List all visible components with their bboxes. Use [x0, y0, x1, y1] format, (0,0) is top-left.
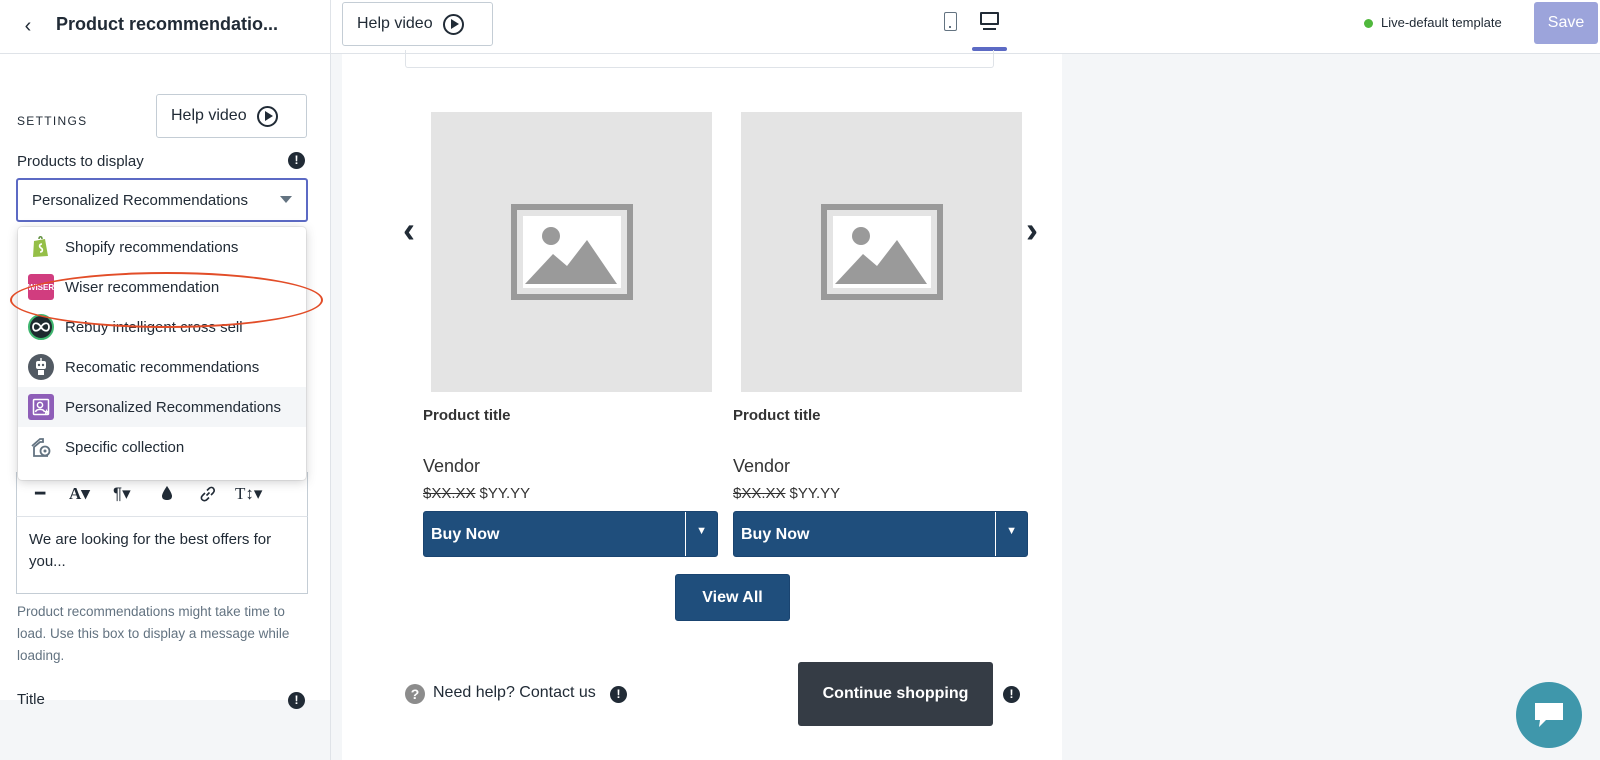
products-select[interactable]: Personalized Recommendations [16, 178, 308, 222]
sale-price: $YY.YY [479, 485, 531, 502]
product-title[interactable]: Product title [733, 407, 821, 424]
text-color-icon[interactable] [161, 485, 173, 505]
dropdown-option-wiser[interactable]: WISER Wiser recommendation [18, 267, 306, 307]
need-help-link[interactable]: Need help? Contact us [433, 684, 596, 702]
continue-info-icon[interactable]: ! [1003, 686, 1020, 703]
panel-divider [330, 0, 331, 760]
product-price: $XX.XX $YY.YY [733, 485, 840, 502]
text-size-icon[interactable]: T↕▾ [235, 485, 262, 503]
buy-now-label: Buy Now [431, 526, 500, 543]
chat-launcher-button[interactable] [1516, 682, 1582, 748]
dropdown-option-label: Wiser recommendation [65, 278, 220, 296]
help-question-icon: ? [405, 684, 425, 704]
recomatic-icon [28, 354, 54, 380]
title-label: Title [17, 691, 45, 708]
chat-icon [1535, 703, 1563, 727]
select-value: Personalized Recommendations [32, 191, 248, 209]
products-to-display-label: Products to display [17, 153, 144, 170]
dropdown-option-rebuy[interactable]: Rebuy intelligent cross sell [18, 307, 306, 347]
link-icon[interactable] [199, 485, 217, 507]
view-all-button[interactable]: View All [675, 574, 790, 621]
sale-price: $YY.YY [789, 485, 841, 502]
save-button[interactable]: Save [1534, 2, 1598, 44]
image-placeholder-icon [510, 204, 633, 300]
settings-heading: SETTINGS [17, 114, 88, 128]
personalized-icon [28, 394, 54, 420]
play-icon [442, 13, 464, 35]
products-dropdown: Shopify recommendations WISER Wiser reco… [18, 227, 306, 480]
help-video-button[interactable]: Help video [342, 2, 493, 46]
font-style-icon[interactable]: A▾ [69, 485, 90, 503]
page-title: Product recommendatio... [56, 14, 279, 34]
product-image-placeholder[interactable] [741, 112, 1022, 392]
compare-at-price: $XX.XX [423, 485, 476, 502]
loading-help-text: Product recommendations might take time … [17, 604, 290, 663]
rebuy-icon [28, 314, 54, 340]
buy-button-divider [995, 512, 996, 556]
info-icon[interactable]: ! [288, 152, 305, 169]
image-placeholder-icon [820, 204, 943, 300]
help-video-label: Help video [357, 15, 433, 32]
buy-now-button[interactable]: Buy Now ▼ [423, 511, 718, 557]
dropdown-option-shopify[interactable]: Shopify recommendations [18, 227, 306, 267]
need-help-info-icon[interactable]: ! [610, 686, 627, 703]
paragraph-icon[interactable]: ¶▾ [113, 485, 131, 503]
product-vendor: Vendor [733, 456, 791, 476]
buy-now-button[interactable]: Buy Now ▼ [733, 511, 1028, 557]
chevron-left-icon: ‹ [24, 15, 32, 37]
wiser-icon: WISER [28, 274, 54, 300]
dropdown-option-personalized[interactable]: Personalized Recommendations [18, 387, 306, 427]
product-image-placeholder[interactable] [431, 112, 712, 392]
continue-shopping-button[interactable]: Continue shopping [798, 662, 993, 726]
live-status-label: Live-default template [1381, 15, 1502, 30]
sidebar-help-video-button[interactable]: Help video [156, 94, 307, 138]
buy-button-divider [685, 512, 686, 556]
help-video-label: Help video [171, 107, 247, 124]
product-title[interactable]: Product title [423, 407, 511, 424]
top-bar: ‹ Product recommendatio... Help video Li… [0, 0, 1600, 54]
dropdown-option-label: Rebuy intelligent cross sell [65, 318, 243, 336]
dropdown-option-label: Recomatic recommendations [65, 358, 260, 376]
shopify-icon [28, 234, 54, 260]
dropdown-option-label: Shopify recommendations [65, 238, 239, 256]
dropdown-option-recomatic[interactable]: Recomatic recommendations [18, 347, 306, 387]
dropdown-option-label: Personalized Recommendations [65, 398, 281, 416]
collection-icon [28, 434, 54, 460]
desktop-preview-icon[interactable] [980, 12, 999, 32]
title-info-icon[interactable]: ! [288, 692, 305, 709]
live-status-dot [1364, 19, 1373, 28]
play-icon [256, 105, 278, 127]
caret-down-icon [280, 196, 292, 203]
buy-now-label: Buy Now [741, 526, 810, 543]
back-button[interactable]: ‹ [14, 12, 42, 40]
dropdown-option-label: Specific collection [65, 438, 185, 456]
carousel-prev-arrow[interactable]: ‹ [403, 212, 415, 248]
mobile-preview-icon[interactable] [944, 12, 957, 31]
sidebar-bottom-fade [0, 700, 330, 760]
product-price: $XX.XX $YY.YY [423, 485, 530, 502]
dropdown-option-specific-collection[interactable]: Specific collection [18, 427, 306, 467]
horizontal-rule-icon[interactable]: ━ [35, 485, 45, 503]
carousel-next-arrow[interactable]: › [1026, 212, 1038, 248]
loading-message-editor[interactable]: We are looking for the best offers for y… [16, 516, 308, 594]
compare-at-price: $XX.XX [733, 485, 786, 502]
caret-down-icon[interactable]: ▼ [1006, 525, 1017, 537]
product-vendor: Vendor [423, 456, 481, 476]
search-field-fragment [405, 50, 994, 68]
caret-down-icon[interactable]: ▼ [696, 525, 707, 537]
